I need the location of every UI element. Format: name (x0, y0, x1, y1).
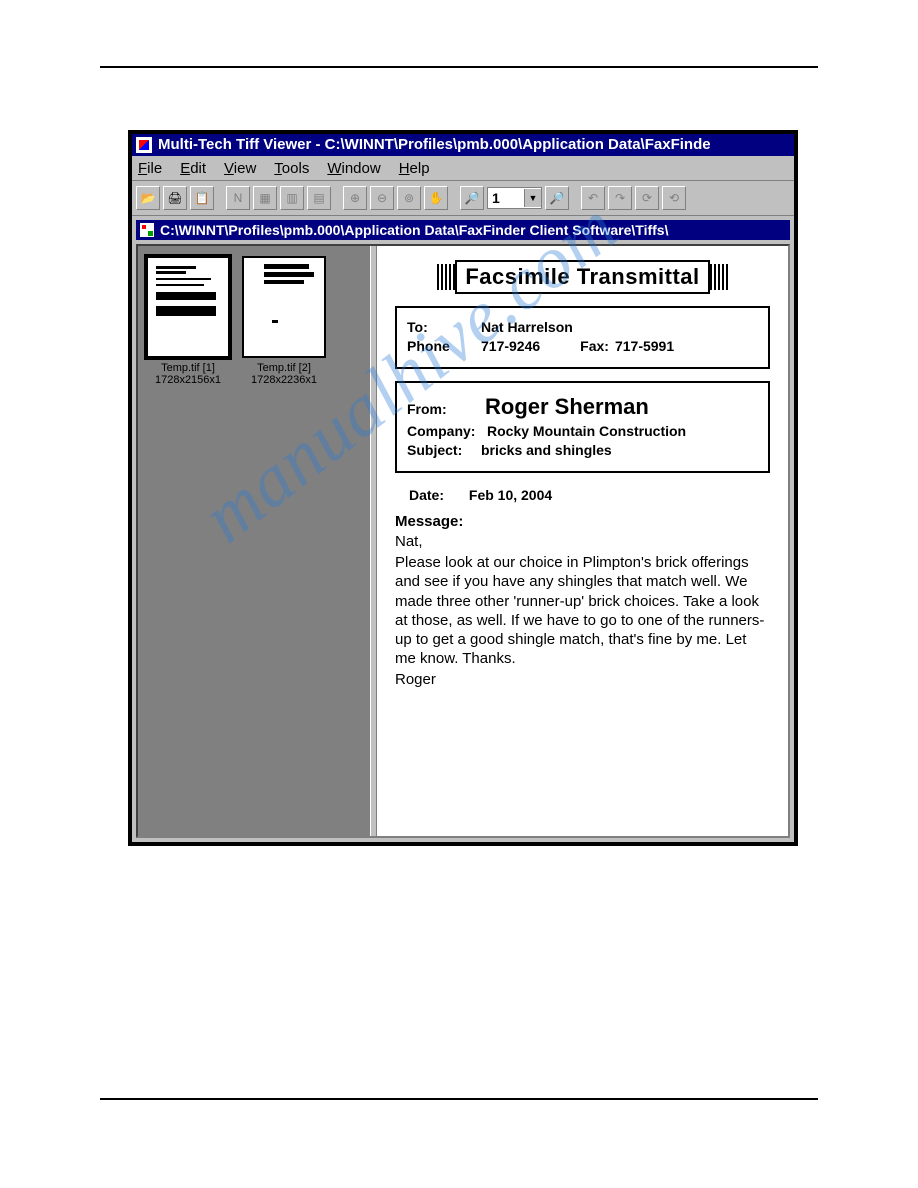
message-body: Please look at our choice in Plimpton's … (395, 553, 770, 668)
splitter-handle[interactable] (370, 246, 377, 836)
rotate-cw-icon: ⟳ (635, 186, 659, 210)
titlebar[interactable]: Multi-Tech Tiff Viewer - C:\WINNT\Profil… (132, 134, 794, 156)
message-greeting: Nat, (395, 532, 770, 551)
menu-tools[interactable]: Tools (274, 160, 309, 177)
from-value: Roger Sherman (485, 394, 649, 420)
print-icon[interactable]: 🖨 (163, 186, 187, 210)
menu-window[interactable]: Window (327, 160, 380, 177)
toolbar: 📂 🖨 📋 N ▦ ▥ ▤ ⊕ ⊖ ⊚ ✋ 🔎 ▼ 🔎 ↶ ↷ ⟳ ⟲ (132, 181, 794, 216)
page-number-input[interactable] (488, 189, 524, 207)
thumbnail-1-name: Temp.tif [1] (146, 362, 230, 374)
from-label: From: (407, 401, 481, 417)
find-icon[interactable]: 🔎 (460, 186, 484, 210)
subject-label: Subject: (407, 442, 481, 458)
subject-value: bricks and shingles (481, 442, 612, 458)
company-value: Rocky Mountain Construction (487, 423, 686, 439)
recipient-box: To: Nat Harrelson Phone 717-9246 Fax: 71… (395, 306, 770, 369)
barcode-right-icon (710, 264, 728, 290)
date-label: Date: (409, 487, 465, 503)
redo-icon: ↷ (608, 186, 632, 210)
thumbnail-pane: Temp.tif [1] 1728x2156x1 Temp.tif [2] 17… (138, 246, 370, 836)
menu-view[interactable]: View (224, 160, 256, 177)
undo-icon: ↶ (581, 186, 605, 210)
page-rule-top (100, 66, 818, 68)
to-value: Nat Harrelson (481, 319, 573, 335)
sender-box: From: Roger Sherman Company: Rocky Mount… (395, 381, 770, 473)
child-window-title: C:\WINNT\Profiles\pmb.000\Application Da… (160, 220, 668, 240)
fax-value: 717-5991 (615, 338, 674, 354)
document-icon (140, 223, 154, 237)
page-rule-bottom (100, 1098, 818, 1100)
open-icon[interactable]: 📂 (136, 186, 160, 210)
page-layout-3-icon: ▤ (307, 186, 331, 210)
date-line: Date: Feb 10, 2004 (409, 487, 770, 503)
thumbnail-2[interactable]: Temp.tif [2] 1728x2236x1 (242, 256, 326, 386)
thumbnail-2-name: Temp.tif [2] (242, 362, 326, 374)
app-window: Multi-Tech Tiff Viewer - C:\WINNT\Profil… (128, 130, 798, 846)
app-icon (136, 137, 152, 153)
company-label: Company: (407, 423, 487, 439)
page-layout-1-icon: ▦ (253, 186, 277, 210)
pan-icon: ✋ (424, 186, 448, 210)
barcode-left-icon (437, 264, 455, 290)
message-label: Message: (395, 513, 770, 530)
page-number-combo[interactable]: ▼ (487, 187, 542, 209)
zoom-in-icon: ⊕ (343, 186, 367, 210)
find-next-icon[interactable]: 🔎 (545, 186, 569, 210)
to-label: To: (407, 319, 481, 335)
child-window-titlebar[interactable]: C:\WINNT\Profiles\pmb.000\Application Da… (136, 220, 790, 240)
fax-label: Fax: (580, 338, 609, 354)
preview-pane[interactable]: Facsimile Transmittal To: Nat Harrelson … (377, 246, 788, 836)
menubar: File Edit View Tools Window Help (132, 156, 794, 181)
menu-file[interactable]: File (138, 160, 162, 177)
zoom-fit-icon: ⊚ (397, 186, 421, 210)
thumbnail-1-dims: 1728x2156x1 (146, 374, 230, 386)
menu-help[interactable]: Help (399, 160, 430, 177)
thumbnail-2-dims: 1728x2236x1 (242, 374, 326, 386)
dropdown-icon[interactable]: ▼ (524, 189, 541, 207)
date-value: Feb 10, 2004 (469, 487, 552, 503)
page-layout-2-icon: ▥ (280, 186, 304, 210)
phone-value: 717-9246 (481, 338, 540, 354)
note-icon: N (226, 186, 250, 210)
thumbnail-1[interactable]: Temp.tif [1] 1728x2156x1 (146, 256, 230, 386)
thumbnail-image-2[interactable] (242, 256, 326, 358)
rotate-ccw-icon: ⟲ (662, 186, 686, 210)
menu-edit[interactable]: Edit (180, 160, 206, 177)
zoom-out-icon: ⊖ (370, 186, 394, 210)
phone-label: Phone (407, 338, 481, 354)
work-area: Temp.tif [1] 1728x2156x1 Temp.tif [2] 17… (136, 244, 790, 838)
message-signoff: Roger (395, 670, 770, 689)
fax-heading: Facsimile Transmittal (455, 260, 709, 294)
window-title: Multi-Tech Tiff Viewer - C:\WINNT\Profil… (158, 134, 711, 156)
copy-icon[interactable]: 📋 (190, 186, 214, 210)
thumbnail-image-1[interactable] (146, 256, 230, 358)
fax-document: Facsimile Transmittal To: Nat Harrelson … (377, 246, 788, 690)
